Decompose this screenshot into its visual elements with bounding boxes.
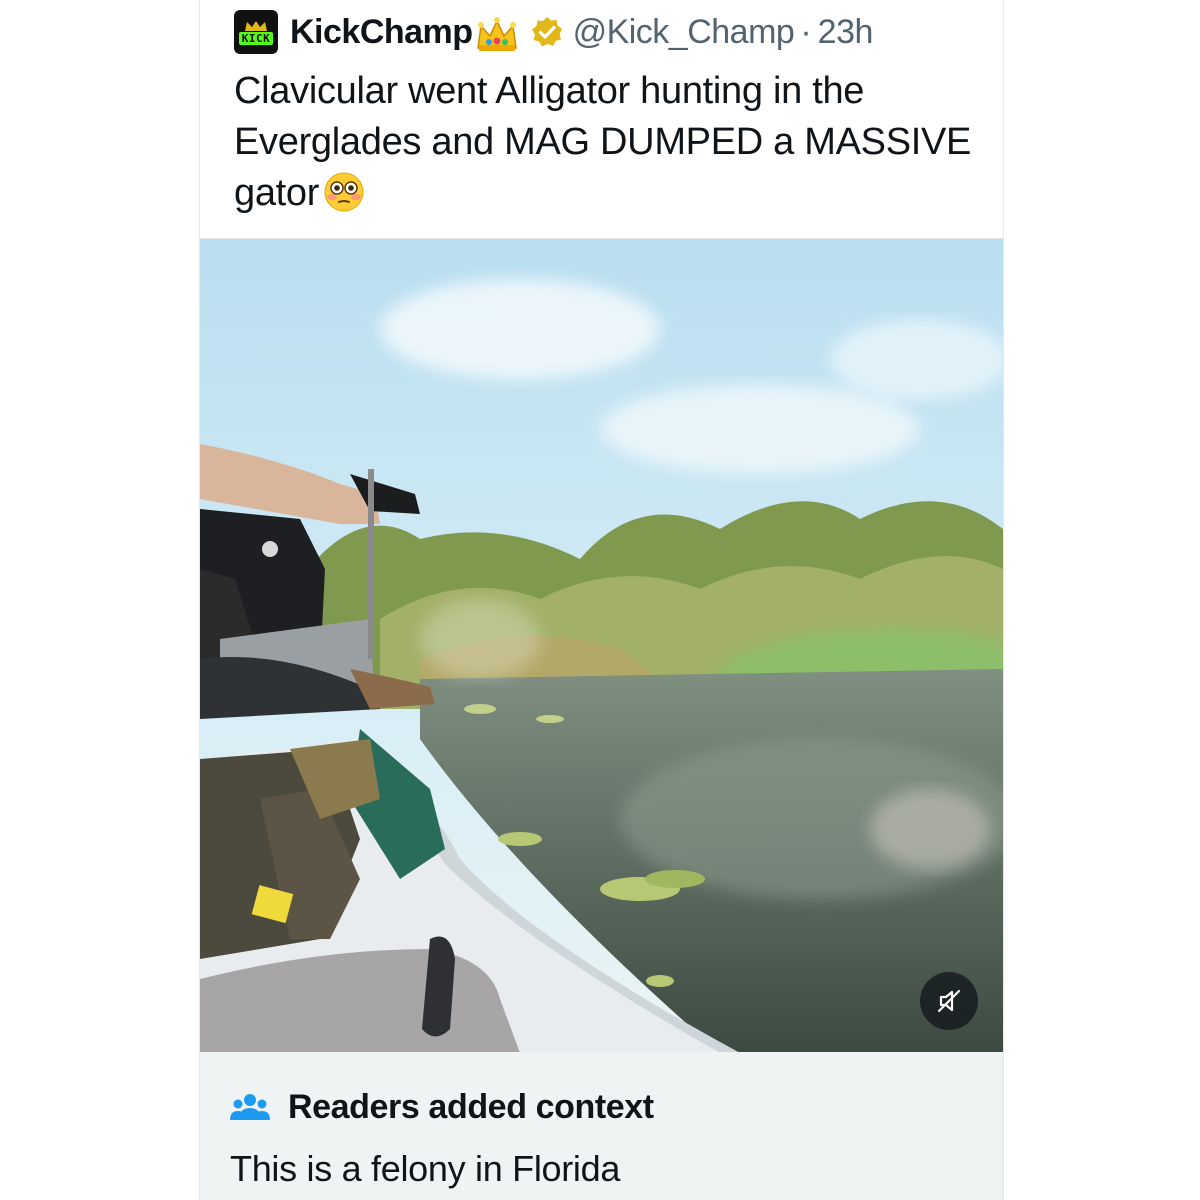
separator-dot: · <box>800 12 812 51</box>
tweet-text: Clavicular went Alligator hunting in the… <box>234 66 974 219</box>
video-frame <box>200 239 1003 1053</box>
community-note-header: Readers added context <box>230 1088 654 1127</box>
avatar-logo-text: KICK <box>238 31 274 45</box>
mute-toggle-button[interactable] <box>920 972 978 1030</box>
verified-badge-icon <box>531 17 562 47</box>
crown-icon <box>245 20 267 31</box>
tweet-header: KICK KickChamp @Kick_Champ · 23h <box>234 6 993 58</box>
community-note-title: Readers added context <box>288 1088 654 1126</box>
tweet-card[interactable]: KICK KickChamp @Kick_Champ · 23h Clavicu… <box>199 0 1004 1200</box>
community-note[interactable]: Readers added context This is a felony i… <box>200 1052 1003 1200</box>
people-icon <box>230 1093 270 1120</box>
video-player[interactable] <box>200 238 1003 1053</box>
flushed-face-emoji-icon <box>324 172 364 212</box>
crown-emoji-icon <box>476 17 517 51</box>
timestamp[interactable]: 23h <box>818 13 874 52</box>
display-name[interactable]: KickChamp <box>290 13 473 52</box>
avatar[interactable]: KICK <box>234 10 278 54</box>
handle[interactable]: @Kick_Champ <box>573 13 795 52</box>
community-note-body: This is a felony in Florida <box>230 1148 621 1189</box>
muted-speaker-icon <box>937 989 961 1013</box>
